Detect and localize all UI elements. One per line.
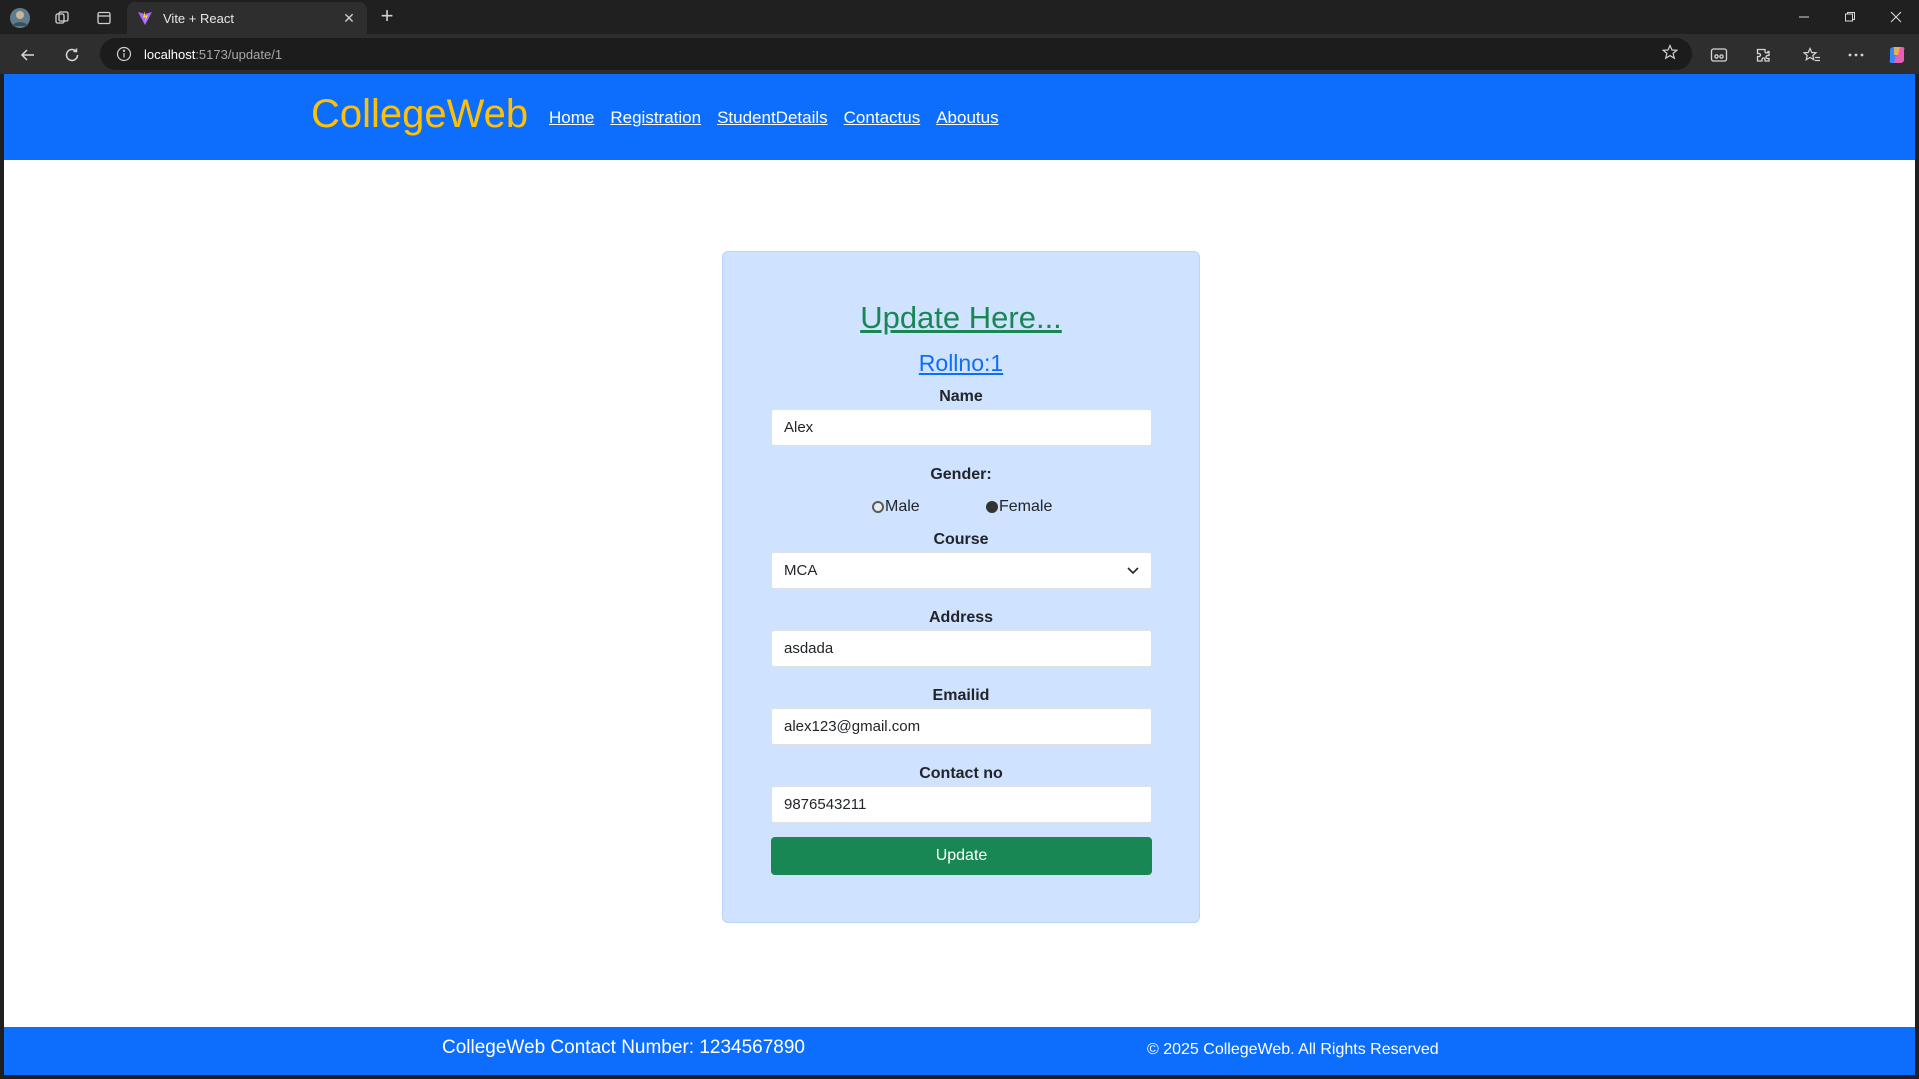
gender-option-male[interactable]: Male xyxy=(872,498,920,516)
address-label: Address xyxy=(928,609,994,626)
web-page: CollegeWeb Home Registration StudentDeta… xyxy=(4,74,1915,1075)
nav-link-registration[interactable]: Registration xyxy=(610,108,701,128)
site-navbar: CollegeWeb Home Registration StudentDeta… xyxy=(4,74,1915,160)
restore-button[interactable] xyxy=(1828,0,1872,34)
update-form-card: Update Here... Rollno:1 Name Gender: Mal… xyxy=(722,251,1200,923)
tab-close-icon[interactable]: ✕ xyxy=(341,10,357,27)
update-button[interactable]: Update xyxy=(771,837,1152,875)
email-label: Emailid xyxy=(932,687,990,704)
address-input[interactable] xyxy=(771,630,1152,667)
footer-copyright: © 2025 CollegeWeb. All Rights Reserved xyxy=(1147,1041,1439,1058)
more-options-icon[interactable] xyxy=(1843,42,1869,68)
favorites-icon[interactable] xyxy=(1799,42,1825,68)
brand-logo[interactable]: CollegeWeb xyxy=(311,92,528,137)
workspaces-icon[interactable] xyxy=(51,7,73,29)
name-label: Name xyxy=(939,388,983,405)
nav-link-aboutus[interactable]: Aboutus xyxy=(936,108,998,128)
extensions-icon[interactable] xyxy=(1750,42,1776,68)
chevron-down-icon xyxy=(1127,566,1139,574)
url-path: :5173/update/1 xyxy=(195,46,283,62)
rollno-label: Rollno:1 xyxy=(918,350,1004,376)
radio-female-selected[interactable] xyxy=(986,501,998,513)
browser-toolbar: localhost:5173/update/1 xyxy=(0,34,1919,74)
name-input[interactable] xyxy=(771,409,1152,446)
gender-male-label: Male xyxy=(885,498,920,515)
gender-radio-group: Male Female xyxy=(723,498,1199,520)
url-text: localhost:5173/update/1 xyxy=(144,47,282,62)
course-label: Course xyxy=(933,531,989,548)
radio-male-unselected[interactable] xyxy=(872,501,884,513)
reader-view-icon[interactable] xyxy=(1706,42,1732,68)
minimize-button[interactable] xyxy=(1782,0,1826,34)
close-window-button[interactable] xyxy=(1874,0,1918,34)
course-select[interactable]: MCA xyxy=(771,552,1152,589)
new-tab-button[interactable]: + xyxy=(374,4,400,30)
contact-label: Contact no xyxy=(919,765,1003,782)
gender-label: Gender: xyxy=(930,466,992,483)
refresh-icon[interactable] xyxy=(60,43,84,67)
url-host: localhost xyxy=(144,46,196,62)
gender-female-label: Female xyxy=(999,498,1053,515)
course-selected-value: MCA xyxy=(784,562,818,579)
email-input[interactable] xyxy=(771,708,1152,745)
browser-tab-strip: Vite + React ✕ + xyxy=(0,0,1919,34)
tab-vite-react[interactable]: Vite + React ✕ xyxy=(127,2,367,34)
vite-logo-icon xyxy=(138,11,152,25)
tab-title: Vite + React xyxy=(163,10,234,26)
profile-avatar-icon[interactable] xyxy=(9,7,31,29)
form-heading: Update Here... xyxy=(860,300,1062,335)
nav-link-home[interactable]: Home xyxy=(549,108,594,128)
favorite-star-icon[interactable] xyxy=(1661,44,1679,65)
back-icon[interactable] xyxy=(16,43,40,67)
gender-option-female[interactable]: Female xyxy=(986,498,1052,516)
footer-contact: CollegeWeb Contact Number: 1234567890 xyxy=(442,1037,805,1058)
contact-input[interactable] xyxy=(771,786,1152,823)
copilot-icon[interactable] xyxy=(1884,42,1910,68)
nav-link-contactus[interactable]: Contactus xyxy=(844,108,921,128)
address-bar[interactable]: localhost:5173/update/1 xyxy=(100,38,1692,70)
tab-actions-icon[interactable] xyxy=(93,7,115,29)
nav-link-studentdetails[interactable]: StudentDetails xyxy=(717,108,828,128)
nav-links: Home Registration StudentDetails Contact… xyxy=(549,108,999,128)
site-info-icon[interactable] xyxy=(116,46,132,62)
site-footer: CollegeWeb Contact Number: 1234567890 © … xyxy=(4,1027,1915,1075)
